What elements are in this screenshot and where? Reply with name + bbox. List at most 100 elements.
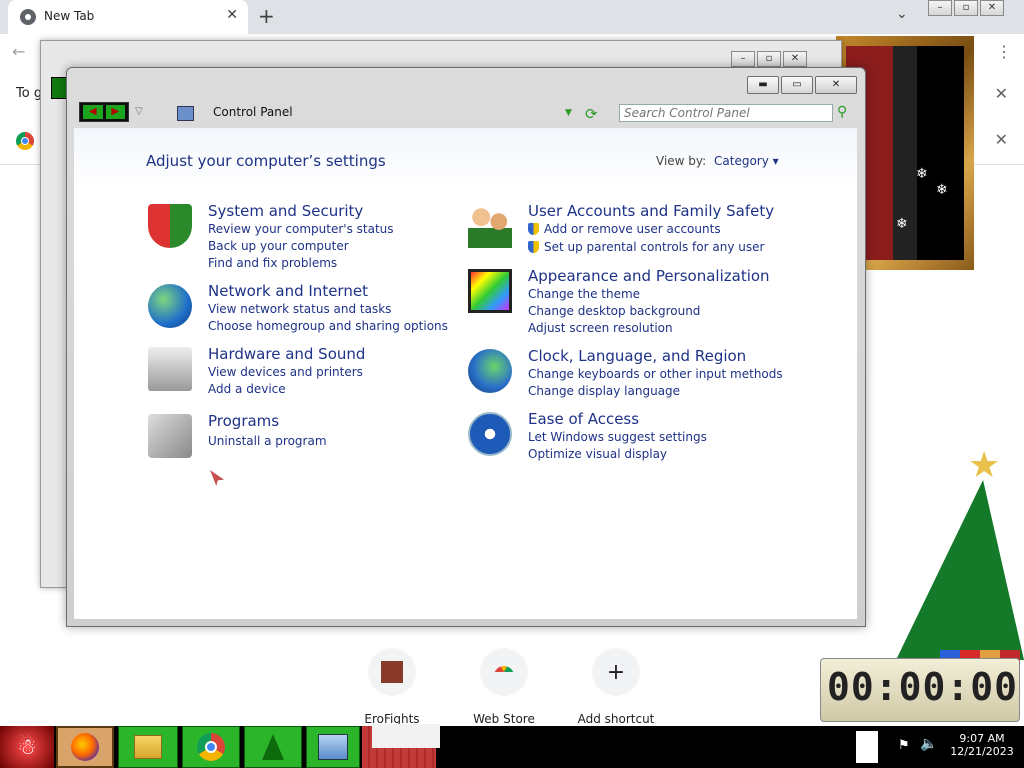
start-button[interactable]: ☃	[0, 726, 54, 768]
clock-globe-icon[interactable]	[468, 349, 512, 393]
back-arrow-icon[interactable]: ◀	[83, 105, 103, 119]
nav-arrows: ◀ ▶	[79, 102, 129, 122]
search-input[interactable]	[619, 104, 833, 122]
address-bar[interactable]: Control Panel	[213, 105, 293, 119]
link-text: Set up parental controls for any user	[544, 240, 765, 254]
speaker-icon[interactable]: 🔈	[920, 736, 937, 752]
category-link[interactable]: Back up your computer	[208, 239, 349, 253]
category-link[interactable]: Change keyboards or other input methods	[528, 367, 783, 381]
tray-time: 9:07 AM	[959, 732, 1005, 745]
control-panel-icon	[177, 106, 194, 121]
taskbar-file-explorer[interactable]	[118, 726, 178, 768]
ease-of-access-icon[interactable]	[468, 412, 512, 456]
christmas-tree-gadget: ★	[896, 448, 1024, 662]
chrome-tab-new-tab[interactable]: New Tab ✕	[8, 0, 248, 34]
maximize-button[interactable]: ▫	[757, 51, 781, 67]
network-globe-icon[interactable]	[148, 284, 192, 328]
link-text: Add or remove user accounts	[544, 222, 721, 236]
appearance-icon[interactable]	[468, 269, 512, 313]
snowflake-icon: ❄	[916, 166, 928, 182]
back-window-controls: – ▫ ✕	[731, 51, 807, 67]
taskbar-firefox[interactable]	[56, 726, 114, 768]
category-title[interactable]: Hardware and Sound	[208, 345, 365, 363]
minimize-button[interactable]: –	[731, 51, 755, 67]
tray-clock[interactable]: 9:07 AM 12/21/2023	[948, 732, 1016, 758]
programs-icon[interactable]	[148, 414, 192, 458]
category-link[interactable]: Uninstall a program	[208, 434, 327, 448]
chrome-window-controls: – ▫ ✕	[928, 0, 1004, 16]
printer-icon[interactable]	[148, 347, 192, 391]
users-icon[interactable]	[468, 204, 512, 248]
category-link[interactable]: Set up parental controls for any user	[528, 240, 764, 254]
address-dropdown-icon[interactable]: ▼	[565, 108, 572, 118]
shortcut-erofights[interactable]: EroFights	[344, 648, 440, 726]
chrome-tab-title: New Tab	[44, 9, 95, 23]
chrome-icon	[197, 733, 225, 761]
category-title[interactable]: System and Security	[208, 202, 363, 220]
uac-shield-icon	[528, 241, 539, 253]
close-button[interactable]: ✕	[783, 51, 807, 67]
category-link[interactable]: Add a device	[208, 382, 286, 396]
maximize-button[interactable]: ▭	[781, 76, 813, 94]
web-store-icon	[480, 648, 528, 696]
category-title[interactable]: Ease of Access	[528, 410, 639, 428]
category-link[interactable]: Change display language	[528, 384, 680, 398]
taskbar-control-panel[interactable]	[306, 726, 360, 768]
forward-arrow-icon[interactable]: ▶	[105, 105, 125, 119]
uac-shield-icon	[528, 223, 539, 235]
category-title[interactable]: Programs	[208, 412, 279, 430]
tab-search-chevron-icon[interactable]: ⌄	[896, 6, 908, 22]
category-link[interactable]: View network status and tasks	[208, 302, 391, 316]
category-link[interactable]: Find and fix problems	[208, 256, 337, 270]
tray-date: 12/21/2023	[950, 745, 1014, 758]
minimize-button[interactable]: ▬	[747, 76, 779, 94]
category-link[interactable]: Change the theme	[528, 287, 640, 301]
category-link[interactable]: Optimize visual display	[528, 447, 667, 461]
category-link[interactable]: Add or remove user accounts	[528, 222, 721, 236]
recent-pages-chevron-icon[interactable]: ▽	[135, 106, 143, 117]
clock-gadget[interactable]: 00:00:00	[820, 658, 1020, 722]
taskbar-christmas-tree[interactable]	[244, 726, 302, 768]
category-title[interactable]: Clock, Language, and Region	[528, 347, 746, 365]
category-link[interactable]: View devices and printers	[208, 365, 363, 379]
clock-digits: 00:00:00	[827, 665, 1019, 709]
maximize-button[interactable]: ▫	[954, 0, 978, 16]
minimize-button[interactable]: –	[928, 0, 952, 16]
shortcut-add[interactable]: + Add shortcut	[568, 648, 664, 726]
chrome-menu-icon[interactable]: ⋮	[996, 42, 1012, 61]
show-desktop-button[interactable]	[856, 731, 878, 763]
category-title[interactable]: Appearance and Personalization	[528, 267, 770, 285]
category-link[interactable]: Review your computer's status	[208, 222, 394, 236]
control-panel-icon	[318, 734, 348, 760]
shortcut-label: Web Store	[473, 712, 535, 726]
add-shortcut-plus-icon: +	[592, 648, 640, 696]
shield-icon[interactable]	[148, 204, 192, 248]
tab-close-icon[interactable]: ✕	[226, 7, 238, 23]
snowflake-icon: ❄	[936, 182, 948, 198]
category-title[interactable]: User Accounts and Family Safety	[528, 202, 774, 220]
category-title[interactable]: Network and Internet	[208, 282, 368, 300]
taskbar-chrome[interactable]	[182, 726, 240, 768]
category-link[interactable]: Choose homegroup and sharing options	[208, 319, 448, 333]
shortcut-web-store[interactable]: Web Store	[456, 648, 552, 726]
search-icon[interactable]: ⚲	[837, 104, 847, 120]
erofights-thumbnail-icon	[368, 648, 416, 696]
new-tab-button[interactable]: +	[258, 4, 275, 28]
infobar2-close-icon[interactable]: ✕	[995, 130, 1008, 149]
back-arrow-icon[interactable]: ←	[12, 42, 25, 61]
close-button[interactable]: ✕	[980, 0, 1004, 16]
infobar-close-icon[interactable]: ✕	[995, 84, 1008, 103]
tree-icon	[262, 734, 284, 760]
category-link[interactable]: Let Windows suggest settings	[528, 430, 707, 444]
close-button[interactable]: ✕	[815, 76, 857, 94]
taskbar-white-block	[372, 724, 440, 748]
firefox-icon	[71, 733, 99, 761]
refresh-icon[interactable]: ⟳	[585, 105, 598, 123]
category-link[interactable]: Change desktop background	[528, 304, 700, 318]
chrome-logo-icon	[16, 132, 34, 150]
chrome-favicon-icon	[20, 9, 36, 25]
view-by-dropdown[interactable]: Category ▾	[714, 154, 779, 168]
category-link[interactable]: Adjust screen resolution	[528, 321, 673, 335]
action-center-flag-icon[interactable]: ⚑	[898, 738, 910, 753]
window-controls: ▬ ▭ ✕	[747, 76, 857, 94]
